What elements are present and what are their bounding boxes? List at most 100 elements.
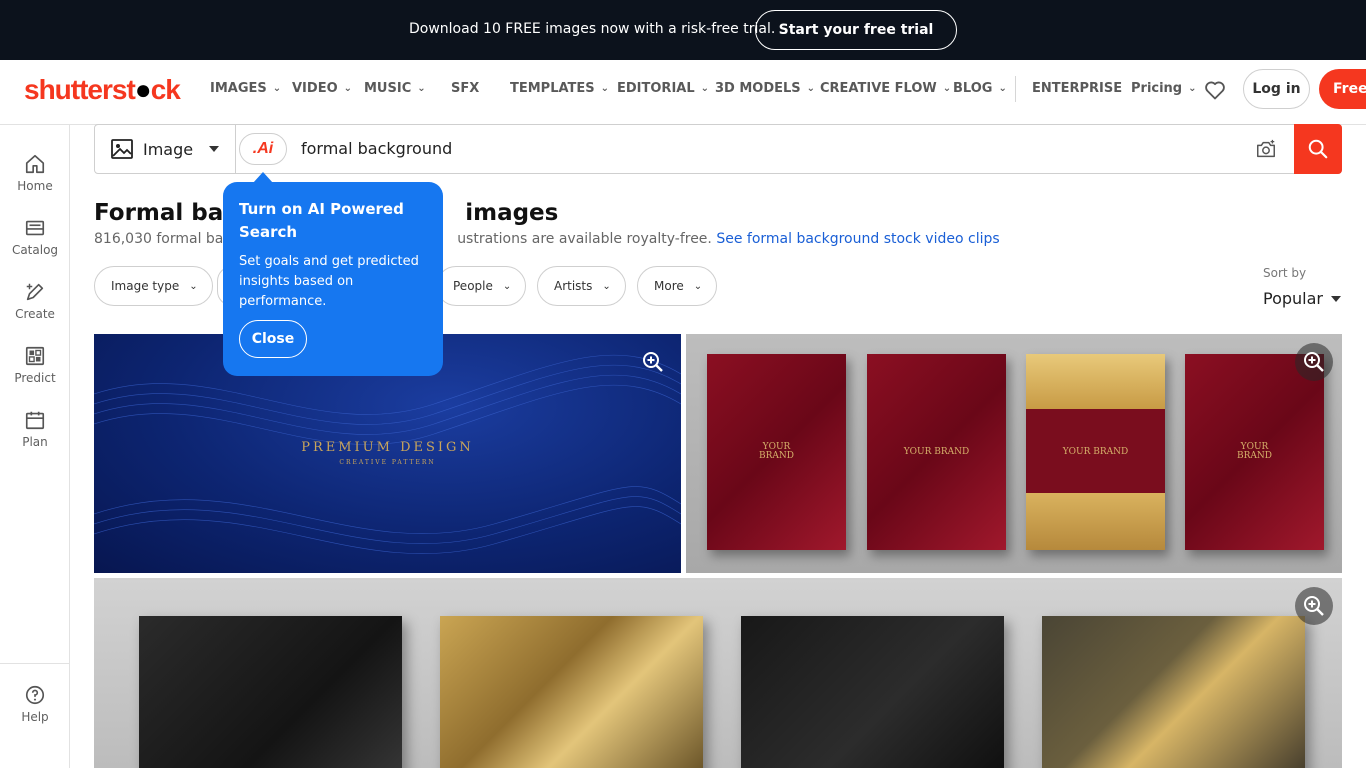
video-clips-link[interactable]: See formal background stock video clips (716, 231, 999, 247)
brand-card-text: YOUR BRAND (903, 446, 970, 457)
sidebar-item-home[interactable]: Home (0, 153, 70, 193)
chevron-down-icon: ⌄ (343, 83, 353, 94)
nav-templates-label: TEMPLATES (510, 81, 595, 96)
catalog-icon (25, 220, 45, 236)
tooltip-close-button[interactable]: Close (239, 320, 307, 358)
filter-people[interactable]: People ⌄ (436, 266, 527, 306)
chevron-down-icon: ⌄ (693, 280, 703, 292)
sidebar-item-predict[interactable]: Predict (0, 345, 70, 385)
sidebar-item-catalog[interactable]: Catalog (0, 217, 70, 257)
image-caption-subtitle: CREATIVE PATTERN (339, 459, 436, 466)
nav-blog-label: BLOG (953, 81, 993, 96)
brand-card: YOUR BRAND (707, 354, 846, 550)
filter-artists[interactable]: Artists ⌄ (537, 266, 626, 306)
zoom-button[interactable] (1295, 587, 1333, 625)
result-image-red-brand-cards[interactable]: YOUR BRAND YOUR BRAND YOUR BRAND YOUR BR… (686, 334, 1342, 573)
nav-blog[interactable]: BLOG ⌄ (953, 81, 1007, 96)
chevron-down-icon: ⌄ (502, 280, 512, 292)
nav-music-label: MUSIC (364, 81, 412, 96)
nav-images[interactable]: IMAGES ⌄ (210, 81, 281, 96)
result-image-black-gold-squares[interactable] (94, 578, 1342, 768)
chevron-down-icon: ⌄ (942, 83, 952, 94)
heart-icon[interactable] (1203, 78, 1227, 102)
nav-3d-models-label: 3D MODELS (715, 81, 801, 96)
sidebar-item-plan[interactable]: Plan (0, 409, 70, 449)
help-icon (25, 685, 45, 705)
search-icon (1308, 139, 1328, 159)
brand-card-text: YOUR BRAND (1237, 442, 1272, 461)
page-title-tail: images (465, 200, 559, 226)
shutterstock-logo[interactable]: shutterst●ck (24, 74, 181, 106)
nav-editorial-label: EDITORIAL (617, 81, 695, 96)
login-button[interactable]: Log in (1243, 69, 1310, 109)
image-icon (111, 139, 133, 159)
logo-o-icon: ● (134, 74, 152, 105)
sidebar-item-help[interactable]: Help (0, 684, 70, 724)
sidebar-item-label: Catalog (11, 243, 59, 257)
tooltip-title: Turn on AI Powered Search (239, 200, 404, 241)
zoom-button[interactable] (634, 343, 672, 381)
search-bar: Image .Ai (94, 124, 1342, 174)
chevron-down-icon: ⌄ (806, 83, 816, 94)
chevron-down-icon: ⌄ (700, 83, 710, 94)
create-icon (26, 283, 44, 301)
promo-text: Download 10 FREE images now with a risk-… (409, 21, 776, 37)
nav-templates[interactable]: TEMPLATES ⌄ (510, 81, 609, 96)
filter-more[interactable]: More ⌄ (637, 266, 718, 306)
start-free-trial-button[interactable]: Start your free trial (755, 10, 957, 50)
nav-sfx-label: SFX (451, 81, 480, 96)
filter-label: Artists (554, 279, 593, 293)
brand-card: YOUR BRAND (1026, 354, 1165, 550)
nav-pricing[interactable]: Pricing ⌄ (1131, 81, 1197, 96)
nav-enterprise-label: ENTERPRISE (1032, 81, 1123, 96)
nav-divider (1015, 76, 1016, 102)
chevron-down-icon: ⌄ (602, 280, 611, 292)
chevron-down-icon: ⌄ (998, 83, 1007, 94)
sidebar-item-label: Create (15, 307, 55, 321)
nav-video[interactable]: VIDEO ⌄ (292, 81, 352, 96)
free-trial-button[interactable]: Free t (1319, 69, 1366, 109)
search-type-label: Image (143, 139, 194, 159)
sidebar-item-create[interactable]: Create (0, 281, 70, 321)
camera-search-icon[interactable] (1255, 138, 1277, 160)
result-summary-text: ustrations are available royalty-free. (457, 231, 712, 247)
sidebar-item-label: Predict (14, 371, 56, 385)
brand-card: YOUR BRAND (867, 354, 1006, 550)
square-card (741, 616, 1004, 768)
nav-enterprise[interactable]: ENTERPRISE (1032, 81, 1122, 96)
search-type-dropdown[interactable]: Image (95, 125, 236, 173)
promo-bar: Download 10 FREE images now with a risk-… (0, 0, 1366, 60)
left-sidebar: Home Catalog Create Predict Plan Help (0, 125, 70, 768)
calendar-icon (25, 411, 45, 430)
chevron-down-icon: ⌄ (600, 83, 610, 94)
logo-text-b: ck (150, 74, 181, 105)
nav-video-label: VIDEO (292, 81, 338, 96)
result-count: 816,030 formal back (94, 231, 240, 247)
zoom-in-icon (643, 352, 663, 372)
zoom-in-icon (1304, 596, 1324, 616)
filter-image-type[interactable]: Image type ⌄ (94, 266, 213, 306)
sort-dropdown[interactable]: Popular (1263, 289, 1341, 308)
top-navigation: shutterst●ck IMAGES ⌄ VIDEO ⌄ MUSIC ⌄ SFX T… (0, 60, 1366, 125)
chevron-down-icon: ⌄ (272, 83, 282, 94)
nav-creative-flow[interactable]: CREATIVE FLOW ⌄ (820, 81, 951, 96)
sidebar-item-label: Help (21, 710, 49, 724)
search-input[interactable] (301, 139, 1201, 158)
chevron-down-icon: ⌄ (189, 280, 198, 292)
search-button[interactable] (1294, 124, 1342, 174)
brand-card: YOUR BRAND (1185, 354, 1324, 550)
zoom-button[interactable] (1295, 343, 1333, 381)
predict-icon (25, 346, 45, 366)
nav-3d-models[interactable]: 3D MODELS ⌄ (715, 81, 815, 96)
filter-label: More (654, 279, 684, 293)
square-card (440, 616, 703, 768)
nav-sfx[interactable]: SFX (451, 81, 479, 96)
nav-music[interactable]: MUSIC ⌄ (364, 81, 426, 96)
ai-search-toggle[interactable]: .Ai (239, 133, 287, 165)
nav-editorial[interactable]: EDITORIAL ⌄ (617, 81, 709, 96)
chevron-down-icon: ⌄ (417, 83, 426, 94)
sort-by-label: Sort by (1263, 266, 1307, 280)
filter-label: People (453, 279, 493, 293)
logo-text-a: shutterst (24, 74, 136, 105)
nav-creative-flow-label: CREATIVE FLOW (820, 81, 937, 96)
